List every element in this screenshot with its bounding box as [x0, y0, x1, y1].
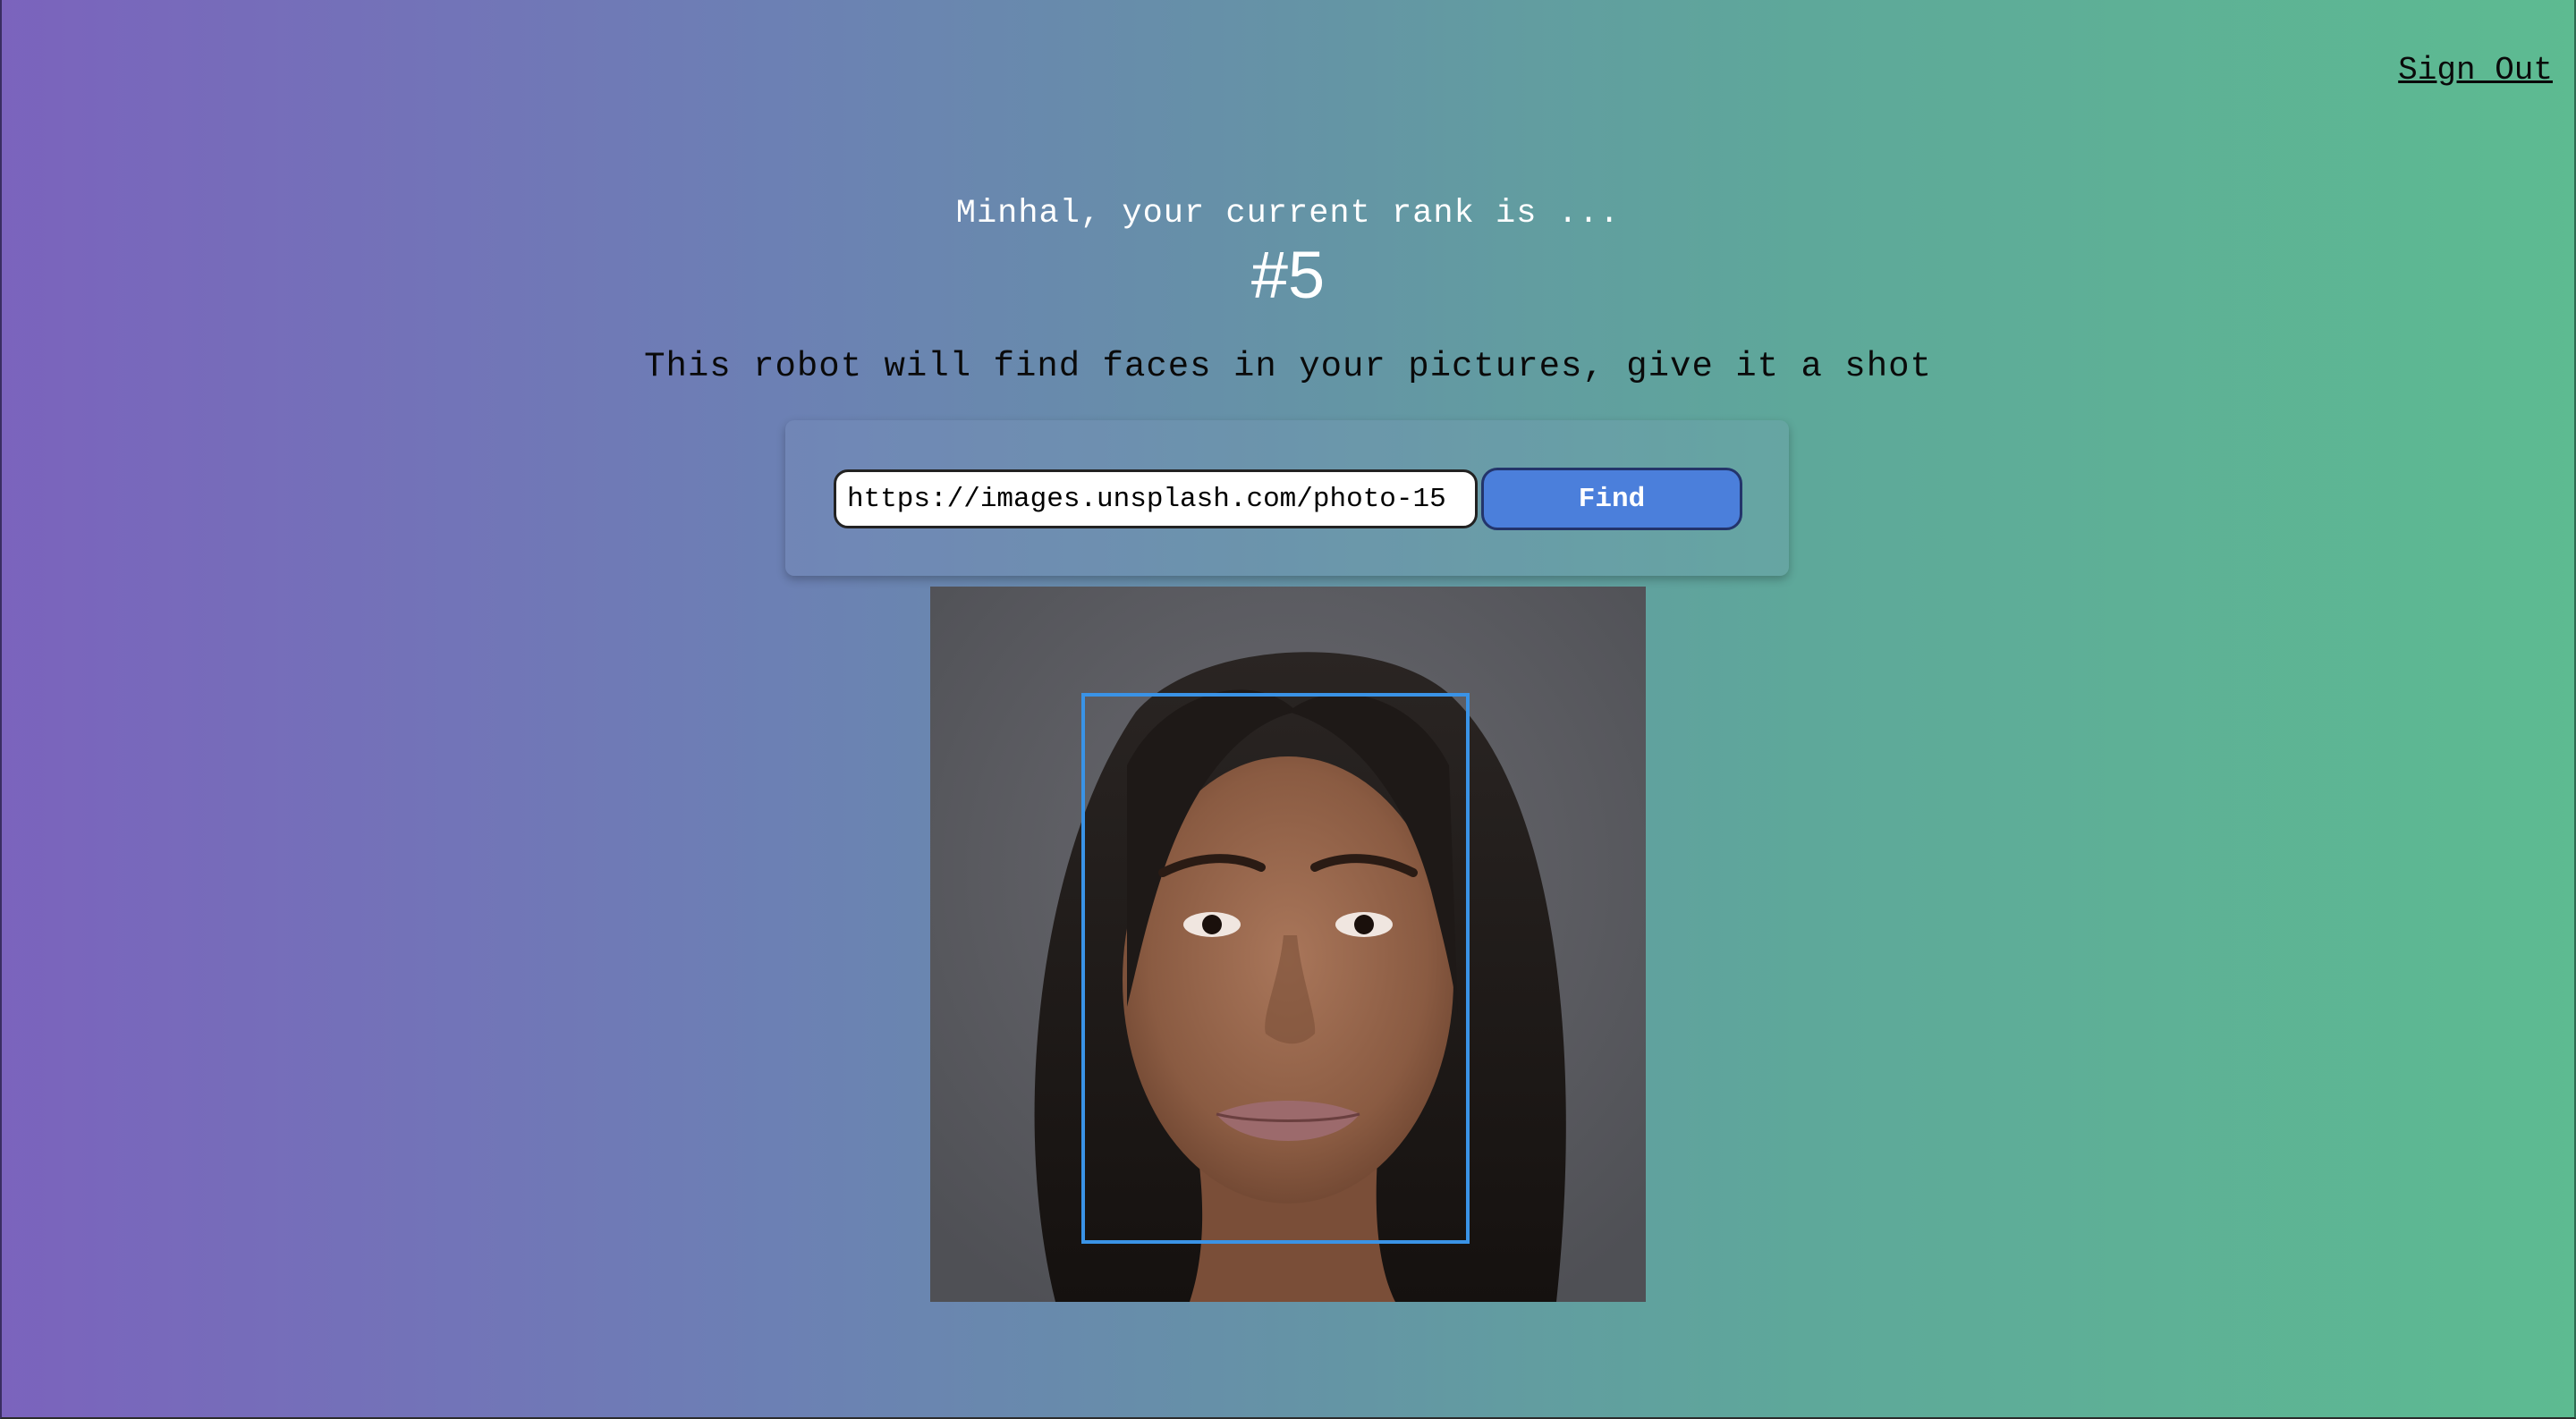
rank-value: #5 — [1250, 238, 1326, 312]
result-image — [930, 587, 1646, 1302]
rank-greeting: Minhal, your current rank is ... — [955, 195, 1621, 232]
portrait-image — [930, 587, 1646, 1302]
image-url-input[interactable] — [834, 469, 1478, 528]
image-url-form: Find — [785, 420, 1789, 576]
page-tagline: This robot will find faces in your pictu… — [644, 347, 1932, 386]
find-button[interactable]: Find — [1481, 468, 1742, 530]
sign-out-link[interactable]: Sign Out — [2398, 52, 2553, 89]
